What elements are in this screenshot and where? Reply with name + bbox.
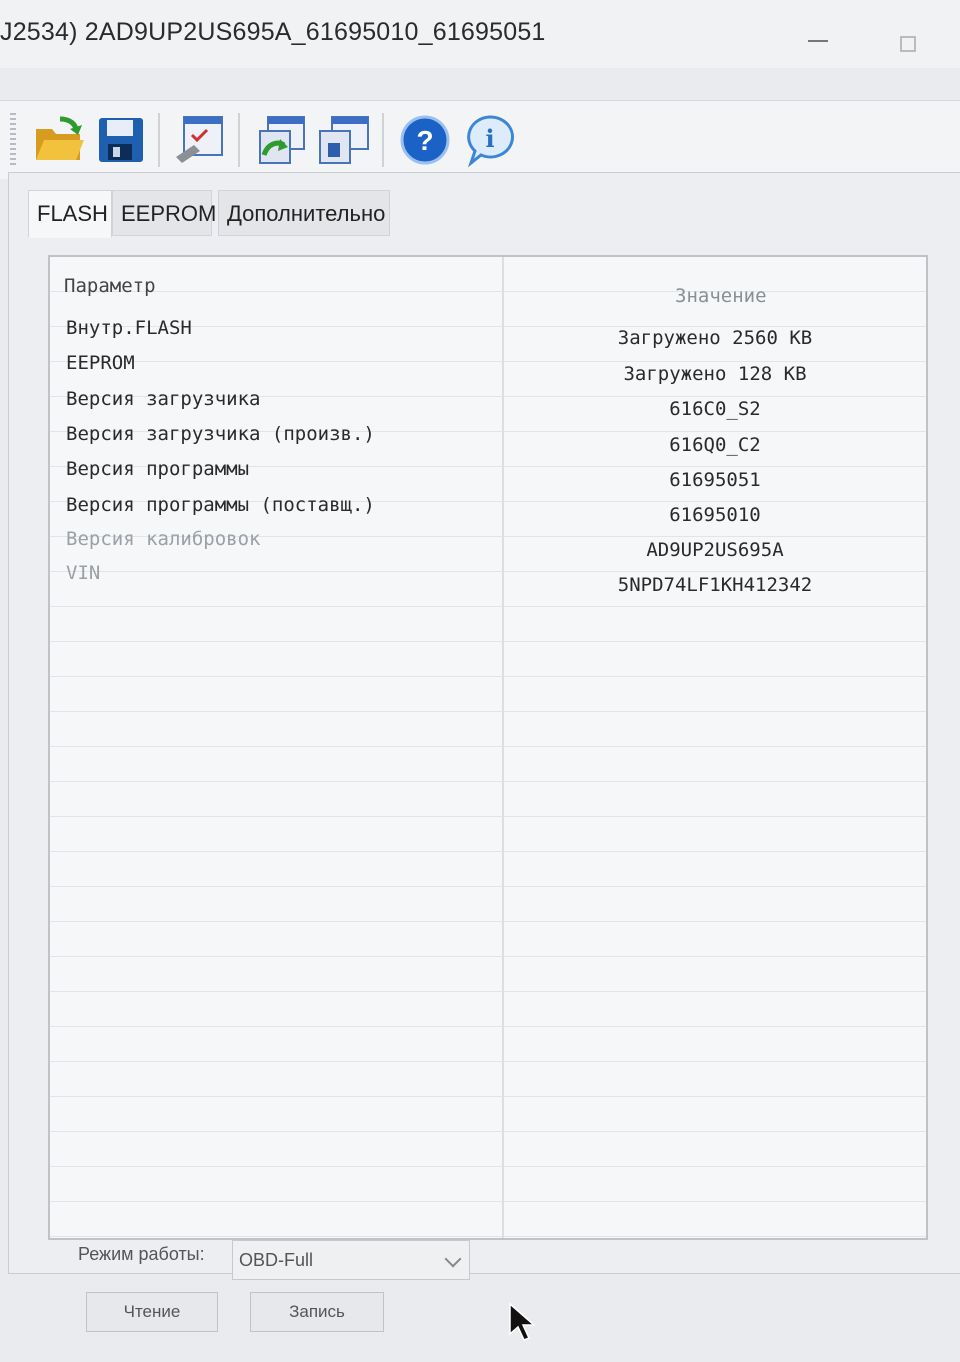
write-button[interactable]: Запись (250, 1292, 384, 1332)
row-value: 61695051 (669, 469, 761, 491)
row-value: AD9UP2US695A (646, 539, 784, 561)
row-name: Версия загрузчика (произв.) (66, 423, 375, 445)
info-icon: i (460, 115, 518, 173)
write-ecu-icon (314, 116, 372, 173)
row-name: Версия программы (66, 458, 250, 480)
toolbar-separator (238, 113, 240, 167)
title-bar: J2534) 2AD9UP2US695A_61695010_61695051 (0, 0, 960, 68)
toolbar-grip[interactable] (10, 113, 16, 165)
chevron-down-icon (444, 1250, 462, 1268)
read-ecu-button[interactable] (252, 111, 310, 169)
toolbar-separator (382, 113, 384, 167)
row-name: Внутр.FLASH (66, 317, 192, 339)
tab-eeprom[interactable]: EEPROM (112, 190, 216, 236)
mode-select-value: OBD-Full (239, 1250, 314, 1270)
mode-label: Режим работы: (78, 1244, 205, 1264)
svg-text:i: i (485, 124, 494, 153)
toolbar: ? i (0, 100, 960, 179)
row-value: Загружено 128 КВ (623, 363, 807, 385)
settings-checklist-icon (170, 116, 228, 173)
toolbar-separator (158, 113, 160, 167)
row-value: 616Q0_C2 (669, 434, 761, 456)
window-title: J2534) 2AD9UP2US695A_61695010_61695051 (0, 18, 546, 46)
open-folder-icon (30, 116, 88, 173)
row-value: 61695010 (669, 504, 761, 526)
save-button[interactable] (92, 111, 150, 169)
minimize-button[interactable] (803, 22, 837, 52)
row-name: EEPROM (66, 352, 135, 374)
settings-button[interactable] (170, 111, 228, 169)
open-button[interactable] (30, 111, 88, 169)
row-value: 616C0_S2 (669, 398, 761, 420)
help-icon: ? (396, 115, 454, 173)
mouse-cursor-icon (508, 1302, 538, 1347)
about-button[interactable]: i (460, 111, 518, 169)
column-header-value[interactable]: Значение (675, 285, 767, 307)
row-name: Версия калибровок (66, 528, 261, 550)
maximize-button[interactable] (892, 22, 926, 52)
row-value: Загружено 2560 КВ (617, 327, 813, 349)
read-button[interactable]: Чтение (86, 1292, 218, 1332)
column-header-parameter[interactable]: Параметр (64, 275, 156, 297)
parameter-list[interactable]: Параметр Значение Внутр.FLASH Загружено … (48, 255, 928, 1240)
svg-text:?: ? (416, 125, 433, 156)
row-name: Версия программы (поставщ.) (66, 494, 375, 516)
column-divider (502, 257, 504, 1238)
read-ecu-icon (252, 116, 310, 173)
help-button[interactable]: ? (396, 111, 454, 169)
tab-additional[interactable]: Дополнительно (218, 190, 390, 236)
mode-select[interactable]: OBD-Full (232, 1240, 470, 1280)
row-name: Версия загрузчика (66, 388, 261, 410)
row-name: VIN (66, 562, 101, 584)
row-value: 5NPD74LF1KH412342 (617, 574, 813, 596)
write-ecu-button[interactable] (314, 111, 372, 169)
save-disk-icon (92, 118, 150, 173)
tab-flash[interactable]: FLASH (28, 190, 112, 238)
